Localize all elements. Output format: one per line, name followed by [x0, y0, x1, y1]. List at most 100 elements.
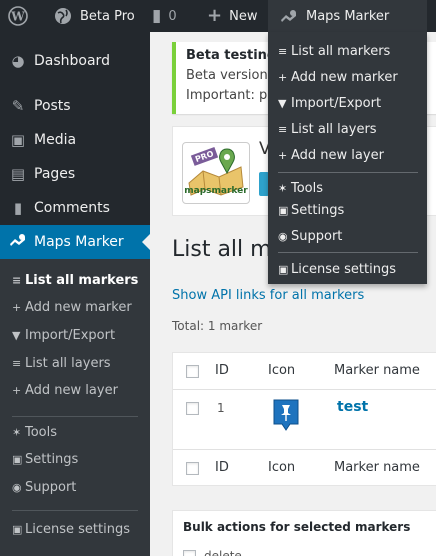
- submenu-support[interactable]: ◉ Support: [12, 477, 76, 497]
- bulk-delete-option[interactable]: delete: [183, 549, 242, 556]
- bulk-delete-label: delete: [204, 549, 242, 556]
- submenu-label: Add new marker: [25, 299, 132, 315]
- show-api-links-link[interactable]: Show API links for all markers: [172, 288, 364, 303]
- submenu-separator: [12, 416, 138, 417]
- sidebar-item-comments[interactable]: ▮ Comments: [0, 191, 150, 225]
- mapsmarker-logo: PRO mapsmarker: [182, 142, 250, 204]
- submenu-add-marker[interactable]: + Add new marker: [12, 297, 132, 317]
- row-checkbox[interactable]: [186, 402, 199, 415]
- plus-icon: +: [278, 70, 288, 84]
- license-icon: ▣: [278, 262, 289, 276]
- home-globe-icon: [55, 8, 71, 24]
- dropdown-item-label: List all layers: [291, 121, 377, 137]
- list-icon: ≡: [278, 44, 288, 58]
- license-icon: ▣: [12, 522, 23, 536]
- dropdown-item-label: Add new marker: [291, 69, 398, 85]
- dropdown-support[interactable]: ◉ Support: [278, 226, 342, 246]
- sidebar-item-label: Dashboard: [34, 53, 110, 69]
- settings-icon: ▣: [12, 452, 23, 466]
- column-header-id[interactable]: ID: [215, 363, 229, 378]
- submenu-label: License settings: [25, 521, 130, 537]
- maps-marker-icon: [281, 10, 296, 22]
- admin-sidebar: ◕ Dashboard ✎ Posts ▣ Media ▤ Pages ▮ Co…: [0, 32, 150, 556]
- dropdown-item-label: Tools: [291, 180, 324, 196]
- table-row: 1 test: [173, 391, 436, 448]
- support-icon: ◉: [278, 229, 288, 243]
- submenu-settings[interactable]: ▣ Settings: [12, 449, 78, 469]
- media-icon: ▣: [10, 131, 26, 149]
- markers-table: ID Icon Marker name 1 test ID Icon Marke…: [172, 352, 436, 486]
- admin-bar: W Beta Pro ▮ 0 + New Maps Marker: [0, 0, 436, 32]
- sidebar-item-maps-marker[interactable]: Maps Marker: [0, 225, 150, 259]
- sidebar-item-posts[interactable]: ✎ Posts: [0, 89, 150, 123]
- dropdown-list-layers[interactable]: ≡ List all layers: [278, 119, 377, 139]
- select-all-checkbox-footer[interactable]: [186, 462, 199, 475]
- column-footer-marker-name[interactable]: Marker name: [334, 460, 420, 475]
- page-title: List all m: [172, 237, 272, 262]
- new-content-button[interactable]: + New: [207, 0, 257, 32]
- plus-icon: +: [12, 383, 22, 397]
- new-label: New: [229, 8, 258, 24]
- sidebar-item-pages[interactable]: ▤ Pages: [0, 157, 150, 191]
- bulk-delete-checkbox[interactable]: [183, 549, 196, 556]
- dropdown-add-layer[interactable]: + Add new layer: [278, 145, 384, 165]
- maps-marker-submenu: ≡ List all markers + Add new marker ▼ Im…: [0, 259, 150, 556]
- dropdown-separator: [278, 252, 418, 253]
- settings-icon: ▣: [278, 203, 289, 217]
- column-header-marker-name[interactable]: Marker name: [334, 363, 420, 378]
- wordpress-icon: W: [8, 6, 28, 26]
- list-icon: ≡: [12, 273, 22, 287]
- comments-icon: ▮: [13, 199, 23, 217]
- dropdown-license-settings[interactable]: ▣ License settings: [278, 259, 396, 279]
- dashboard-icon: ◕: [11, 52, 25, 70]
- dropdown-item-label: Import/Export: [291, 95, 382, 111]
- submenu-import-export[interactable]: ▼ Import/Export: [12, 325, 115, 345]
- column-header-icon: Icon: [268, 363, 296, 378]
- bulk-actions-title: Bulk actions for selected markers: [183, 520, 411, 534]
- column-footer-id[interactable]: ID: [215, 460, 229, 475]
- site-name-label: Beta Pro: [80, 8, 135, 24]
- select-all-checkbox[interactable]: [186, 365, 199, 378]
- marker-pin-icon: [273, 399, 299, 431]
- sidebar-item-label: Posts: [34, 98, 71, 114]
- dropdown-list-markers[interactable]: ≡ List all markers: [278, 41, 390, 61]
- dropdown-item-label: License settings: [291, 261, 396, 277]
- submenu-list-markers[interactable]: ≡ List all markers: [12, 270, 138, 290]
- comments-link[interactable]: ▮ 0: [152, 0, 177, 32]
- support-icon: ◉: [12, 480, 22, 494]
- sidebar-item-media[interactable]: ▣ Media: [0, 123, 150, 157]
- site-name-link[interactable]: Beta Pro: [54, 0, 135, 32]
- sidebar-item-label: Maps Marker: [34, 234, 124, 250]
- submenu-label: Support: [25, 479, 77, 495]
- maps-marker-adminbar-menu[interactable]: Maps Marker: [268, 0, 427, 32]
- submenu-label: Import/Export: [25, 327, 116, 343]
- dropdown-item-label: Add new layer: [291, 147, 384, 163]
- plus-icon: +: [278, 148, 288, 162]
- submenu-label: Settings: [25, 451, 79, 467]
- submenu-add-layer[interactable]: + Add new layer: [12, 380, 118, 400]
- submenu-label: List all markers: [25, 272, 139, 288]
- submenu-label: Add new layer: [25, 382, 118, 398]
- submenu-list-layers[interactable]: ≡ List all layers: [12, 353, 111, 373]
- submenu-license-settings[interactable]: ▣ License settings: [12, 519, 130, 539]
- submenu-tools[interactable]: ✶ Tools: [12, 422, 57, 442]
- sidebar-item-label: Comments: [34, 200, 110, 216]
- sidebar-item-label: Pages: [34, 166, 76, 182]
- dropdown-tools[interactable]: ✶ Tools: [278, 178, 323, 198]
- dropdown-item-label: Settings: [291, 202, 345, 218]
- sidebar-item-dashboard[interactable]: ◕ Dashboard: [0, 44, 150, 78]
- dropdown-import-export[interactable]: ▼ Import/Export: [278, 93, 381, 113]
- funnel-icon: ▼: [278, 96, 287, 110]
- sidebar-item-label: Media: [34, 132, 77, 148]
- wordpress-logo-button[interactable]: W: [8, 0, 28, 32]
- dropdown-separator: [278, 172, 418, 173]
- maps-marker-dropdown: ≡ List all markers + Add new marker ▼ Im…: [268, 32, 427, 284]
- wand-icon: ✶: [278, 181, 288, 195]
- table-header-row: ID Icon Marker name: [173, 353, 436, 390]
- plus-icon: +: [207, 5, 223, 26]
- submenu-label: Tools: [25, 424, 58, 440]
- dropdown-settings[interactable]: ▣ Settings: [278, 200, 344, 220]
- dropdown-add-marker[interactable]: + Add new marker: [278, 67, 398, 87]
- marker-name-link[interactable]: test: [337, 399, 368, 415]
- notice-important-text: Important: pl: [186, 88, 271, 103]
